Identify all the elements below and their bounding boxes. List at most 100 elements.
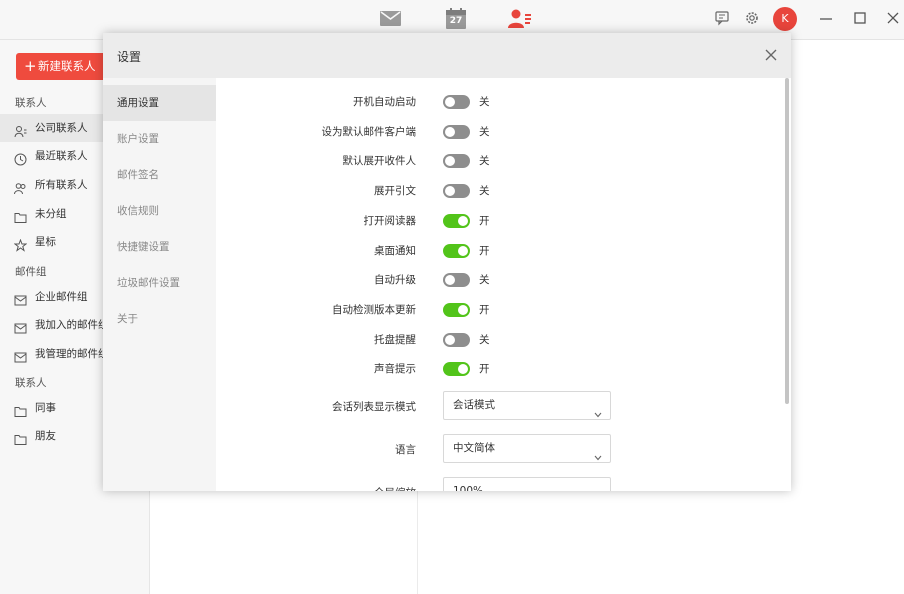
close-icon[interactable]	[885, 10, 903, 28]
toggle-knob	[445, 156, 455, 166]
people-icon	[14, 178, 27, 195]
group-mail-icon	[14, 318, 27, 334]
setting-label: 自动升级	[374, 274, 416, 286]
settings-dialog: 设置 通用设置 账户设置 邮件签名 收信规则 快捷键设置 垃圾邮件设置 关于 开…	[103, 33, 791, 491]
toggle-state-text: 关	[479, 96, 490, 108]
setting-label: 设为默认邮件客户端	[321, 126, 417, 138]
setting-toggle[interactable]	[443, 95, 470, 109]
company-contacts-icon	[14, 121, 27, 138]
setting-toggle[interactable]	[443, 244, 470, 258]
setting-label: 语言	[395, 444, 416, 456]
sidebar-item-label: 最近联系人	[35, 150, 88, 162]
chevron-down-icon	[594, 488, 602, 491]
setting-label: 全局缩放	[216, 485, 416, 491]
setting-toggle[interactable]	[443, 333, 470, 347]
settings-nav-rules[interactable]: 收信规则	[103, 193, 216, 229]
toggle-knob	[458, 364, 468, 374]
sidebar-item-label: 公司联系人	[35, 122, 88, 134]
setting-select[interactable]: 100%	[443, 477, 611, 491]
section-contacts-2: 联系人	[15, 377, 47, 389]
toggle-state-text: 开	[479, 304, 490, 316]
setting-label: 桌面通知	[374, 245, 416, 257]
section-contacts: 联系人	[15, 97, 47, 109]
toggle-knob	[458, 216, 468, 226]
toggle-state-text: 关	[479, 334, 490, 346]
calendar-icon[interactable]: 27	[444, 7, 468, 31]
select-value: 会话模式	[453, 399, 495, 411]
new-contact-button[interactable]: + 新建联系人	[16, 53, 116, 80]
dialog-close-icon[interactable]	[763, 47, 779, 63]
setting-select[interactable]: 中文简体	[443, 434, 611, 463]
group-mail-icon	[14, 290, 27, 306]
toggle-state-text: 关	[479, 185, 490, 197]
new-contact-label: 新建联系人	[38, 59, 96, 73]
toggle-knob	[445, 97, 455, 107]
folder-icon	[14, 401, 27, 417]
sidebar-item-label: 朋友	[35, 430, 56, 442]
settings-general-panel: 开机自动启动关设为默认邮件客户端关默认展开收件人关展开引文关打开阅读器开桌面通知…	[216, 78, 791, 491]
setting-label: 托盘提醒	[374, 334, 416, 346]
setting-toggle[interactable]	[443, 273, 470, 287]
setting-label: 声音提示	[374, 363, 416, 375]
maximize-icon[interactable]	[852, 10, 870, 28]
sidebar-item-label: 企业邮件组	[35, 291, 88, 303]
setting-label: 展开引文	[374, 185, 416, 197]
toggle-knob	[445, 335, 455, 345]
star-icon	[13, 235, 28, 252]
setting-toggle[interactable]	[443, 125, 470, 139]
clock-icon	[14, 149, 27, 166]
dialog-header: 设置	[103, 33, 791, 78]
setting-toggle[interactable]	[443, 362, 470, 376]
setting-label: 开机自动启动	[353, 96, 416, 108]
setting-toggle[interactable]	[443, 154, 470, 168]
toggle-knob	[445, 275, 455, 285]
chevron-down-icon	[594, 402, 602, 418]
minimize-icon[interactable]	[818, 10, 836, 28]
settings-icon[interactable]	[744, 10, 762, 28]
sidebar-item-label: 星标	[35, 236, 56, 248]
folder-icon	[14, 429, 27, 445]
avatar[interactable]: K	[773, 7, 797, 31]
settings-nav: 通用设置 账户设置 邮件签名 收信规则 快捷键设置 垃圾邮件设置 关于	[103, 78, 216, 491]
plus-icon: +	[24, 57, 37, 75]
select-value: 100%	[453, 485, 484, 491]
dialog-scrollbar[interactable]	[785, 78, 789, 404]
folder-icon	[14, 207, 27, 223]
toggle-state-text: 开	[479, 215, 490, 227]
toggle-state-text: 开	[479, 363, 490, 375]
sidebar-item-label: 同事	[35, 402, 56, 414]
toggle-state-text: 开	[479, 245, 490, 257]
settings-nav-shortcuts[interactable]: 快捷键设置	[103, 229, 216, 265]
setting-label: 默认展开收件人	[342, 155, 417, 167]
setting-label: 会话列表显示模式	[332, 401, 416, 413]
setting-label: 打开阅读器	[363, 215, 417, 227]
settings-nav-spam[interactable]: 垃圾邮件设置	[103, 265, 216, 301]
contacts-icon[interactable]	[507, 8, 531, 30]
toggle-knob	[458, 305, 468, 315]
sidebar-item-label: 我管理的邮件组	[35, 348, 109, 360]
chevron-down-icon	[594, 445, 602, 461]
toggle-state-text: 关	[479, 274, 490, 286]
feedback-icon[interactable]	[714, 10, 732, 28]
select-value: 中文简体	[453, 442, 495, 454]
sidebar-item-label: 未分组	[35, 208, 67, 220]
toggle-state-text: 关	[479, 155, 490, 167]
toggle-knob	[445, 186, 455, 196]
group-mail-icon	[14, 347, 27, 363]
settings-nav-about[interactable]: 关于	[103, 301, 216, 337]
dialog-title: 设置	[117, 50, 142, 64]
setting-toggle[interactable]	[443, 214, 470, 228]
setting-label: 自动检测版本更新	[332, 304, 416, 316]
section-mail-groups: 邮件组	[15, 266, 47, 278]
toggle-knob	[445, 127, 455, 137]
mail-icon[interactable]	[379, 8, 403, 30]
settings-nav-account[interactable]: 账户设置	[103, 121, 216, 157]
toggle-knob	[458, 246, 468, 256]
calendar-day: 27	[449, 16, 463, 26]
setting-select[interactable]: 会话模式	[443, 391, 611, 420]
settings-nav-signature[interactable]: 邮件签名	[103, 157, 216, 193]
setting-toggle[interactable]	[443, 303, 470, 317]
settings-nav-general[interactable]: 通用设置	[103, 85, 216, 121]
sidebar-item-label: 所有联系人	[35, 179, 88, 191]
setting-toggle[interactable]	[443, 184, 470, 198]
